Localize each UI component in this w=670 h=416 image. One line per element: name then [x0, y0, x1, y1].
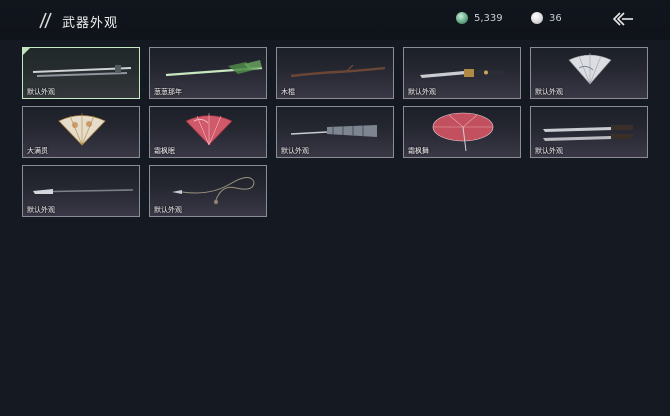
skin-card[interactable]: 大满贯	[22, 106, 140, 158]
skin-label: 默认外观	[281, 147, 309, 155]
skin-card[interactable]: 默认外观	[530, 106, 648, 158]
page-title: 武器外观	[62, 16, 119, 31]
skin-card[interactable]: 霜枫舞	[403, 106, 521, 158]
skin-label: 默认外观	[154, 206, 182, 214]
pearl-amount: 36	[549, 12, 562, 24]
skin-label: 霜枫舞	[408, 147, 429, 155]
skin-card[interactable]: 霜枫眠	[149, 106, 267, 158]
skin-label: 默认外观	[27, 206, 55, 214]
skin-card[interactable]: 葱葱那年	[149, 47, 267, 99]
selected-corner-mark	[23, 48, 30, 55]
jade-amount: 5,339	[474, 12, 503, 24]
skin-label: 葱葱那年	[154, 88, 182, 96]
skin-label: 默认外观	[535, 88, 563, 96]
pearl-currency: 36	[531, 11, 562, 25]
skin-card[interactable]: 默认外观	[22, 47, 140, 99]
pearl-coin-icon	[531, 12, 543, 24]
skin-card[interactable]: 默认外观	[149, 165, 267, 217]
skin-label: 默认外观	[408, 88, 436, 96]
skin-label: 木棍	[281, 88, 295, 96]
skin-label: 默认外观	[27, 88, 55, 96]
top-bar: 武器外观 5,339 36	[0, 0, 670, 40]
jade-coin-icon	[456, 12, 468, 24]
skin-card[interactable]: 默认外观	[530, 47, 648, 99]
back-arrow-icon[interactable]	[611, 10, 635, 28]
skin-label: 默认外观	[535, 147, 563, 155]
skin-card[interactable]: 默认外观	[22, 165, 140, 217]
slash-icon	[39, 12, 52, 29]
skin-label: 大满贯	[27, 147, 48, 155]
jade-currency: 5,339	[456, 11, 503, 25]
skin-card[interactable]: 木棍	[276, 47, 394, 99]
skin-card[interactable]: 默认外观	[276, 106, 394, 158]
skin-label: 霜枫眠	[154, 147, 175, 155]
skin-card[interactable]: 默认外观	[403, 47, 521, 99]
